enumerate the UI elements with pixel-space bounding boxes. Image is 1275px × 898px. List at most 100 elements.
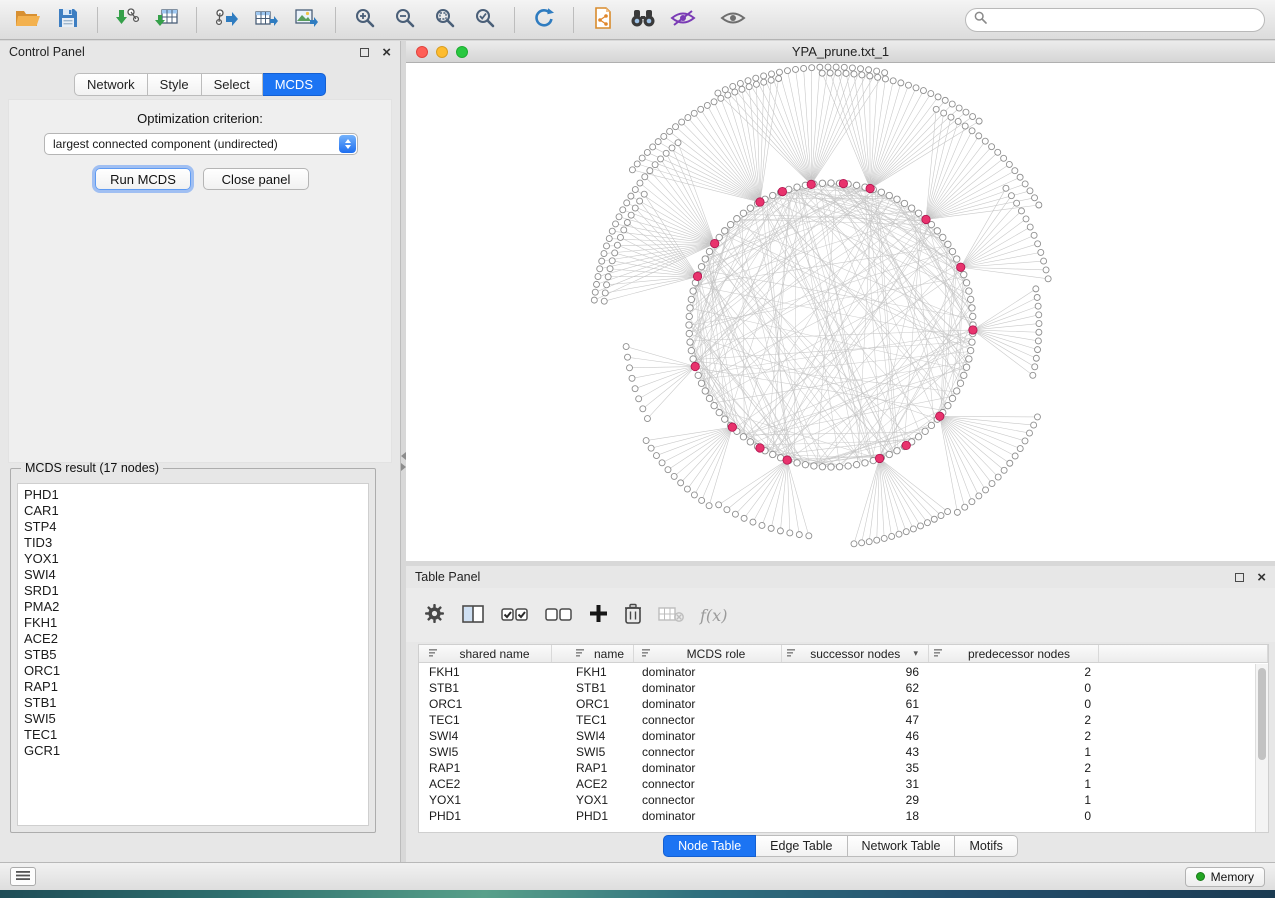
cell-successor-nodes[interactable]: 96 [782,664,929,680]
scrollbar-thumb[interactable] [1258,668,1266,760]
cell-name[interactable]: PHD1 [552,808,634,824]
export-table-button[interactable] [248,5,284,35]
float-panel-icon[interactable] [360,48,369,57]
run-mcds-button[interactable]: Run MCDS [95,168,191,190]
cell-successor-nodes[interactable]: 35 [782,760,929,776]
cell-name[interactable]: SWI4 [552,728,634,744]
cell-predecessor-nodes[interactable]: 1 [929,792,1099,808]
cell-name[interactable]: ORC1 [552,696,634,712]
cell-mcds-role[interactable]: connector [634,712,782,728]
mcds-result-list[interactable]: PHD1CAR1STP4TID3YOX1SWI4SRD1PMA2FKH1ACE2… [17,483,369,826]
cell-name[interactable]: ACE2 [552,776,634,792]
cell-predecessor-nodes[interactable]: 2 [929,664,1099,680]
tab-style[interactable]: Style [148,73,202,96]
close-table-panel-icon[interactable]: × [1257,570,1266,585]
cell-mcds-role[interactable]: dominator [634,680,782,696]
cell-shared-name[interactable]: FKH1 [419,664,552,680]
export-image-button[interactable] [288,5,324,35]
mcds-result-item[interactable]: GCR1 [18,743,368,759]
cell-predecessor-nodes[interactable]: 2 [929,728,1099,744]
cell-predecessor-nodes[interactable]: 0 [929,680,1099,696]
search-input[interactable] [993,12,1256,28]
cell-mcds-role[interactable]: dominator [634,760,782,776]
mcds-result-item[interactable]: TID3 [18,535,368,551]
cell-successor-nodes[interactable]: 31 [782,776,929,792]
table-row[interactable]: TEC1TEC1connector472 [419,712,1255,728]
mcds-result-item[interactable]: YOX1 [18,551,368,567]
cell-predecessor-nodes[interactable]: 1 [929,776,1099,792]
table-row[interactable]: SWI5SWI5connector431 [419,744,1255,760]
column-header-shared-name[interactable]: shared name [419,645,552,662]
mcds-result-item[interactable]: TEC1 [18,727,368,743]
cell-mcds-role[interactable]: connector [634,776,782,792]
cell-mcds-role[interactable]: dominator [634,808,782,824]
zoom-fit-button[interactable] [427,5,463,35]
cell-shared-name[interactable]: STB1 [419,680,552,696]
cell-name[interactable]: YOX1 [552,792,634,808]
cell-shared-name[interactable]: ORC1 [419,696,552,712]
close-panel-icon[interactable]: × [382,45,391,60]
cell-successor-nodes[interactable]: 47 [782,712,929,728]
table-row[interactable]: ACE2ACE2connector311 [419,776,1255,792]
cell-predecessor-nodes[interactable]: 0 [929,808,1099,824]
cell-mcds-role[interactable]: dominator [634,664,782,680]
cell-shared-name[interactable]: YOX1 [419,792,552,808]
criterion-dropdown[interactable]: largest connected component (undirected) [44,133,358,155]
cell-successor-nodes[interactable]: 43 [782,744,929,760]
cell-mcds-role[interactable]: connector [634,792,782,808]
hide-selected-button[interactable] [665,5,701,35]
column-header-name[interactable]: name [552,645,634,662]
tab-motifs[interactable]: Motifs [955,835,1017,857]
cell-shared-name[interactable]: SWI5 [419,744,552,760]
tab-mcds[interactable]: MCDS [263,73,326,96]
mcds-result-item[interactable]: PMA2 [18,599,368,615]
mcds-result-item[interactable]: ORC1 [18,663,368,679]
float-table-panel-icon[interactable] [1235,573,1244,582]
mcds-result-item[interactable]: STB5 [18,647,368,663]
mcds-result-item[interactable]: STB1 [18,695,368,711]
mcds-result-item[interactable]: SWI5 [18,711,368,727]
mcds-result-item[interactable]: STP4 [18,519,368,535]
show-columns-button[interactable] [461,604,485,627]
mcds-result-item[interactable]: RAP1 [18,679,368,695]
mcds-result-item[interactable]: FKH1 [18,615,368,631]
close-mcds-panel-button[interactable]: Close panel [203,168,309,190]
import-table-button[interactable] [149,5,185,35]
task-history-button[interactable] [10,867,36,886]
cell-mcds-role[interactable]: dominator [634,728,782,744]
table-row[interactable]: PHD1PHD1dominator180 [419,808,1255,824]
network-canvas[interactable] [406,63,1275,561]
cell-successor-nodes[interactable]: 29 [782,792,929,808]
import-network-button[interactable] [109,5,145,35]
mcds-result-item[interactable]: SWI4 [18,567,368,583]
cell-predecessor-nodes[interactable]: 2 [929,760,1099,776]
cell-mcds-role[interactable]: dominator [634,696,782,712]
tab-edge-table[interactable]: Edge Table [756,835,847,857]
create-column-button[interactable] [589,604,608,626]
zoom-in-button[interactable] [347,5,383,35]
select-all-rows-button[interactable] [501,605,529,626]
first-neighbors-button[interactable] [625,5,661,35]
table-scrollbar[interactable] [1255,664,1268,832]
open-session-button[interactable] [10,5,46,35]
cell-name[interactable]: TEC1 [552,712,634,728]
table-row[interactable]: ORC1ORC1dominator610 [419,696,1255,712]
cell-name[interactable]: SWI5 [552,744,634,760]
cell-successor-nodes[interactable]: 61 [782,696,929,712]
tab-select[interactable]: Select [202,73,263,96]
mcds-result-item[interactable]: CAR1 [18,503,368,519]
table-settings-button[interactable] [424,603,445,627]
network-graph-svg[interactable] [406,63,1275,561]
tab-network[interactable]: Network [74,73,148,96]
column-header-mcds-role[interactable]: MCDS role [634,645,782,662]
cell-name[interactable]: FKH1 [552,664,634,680]
cell-predecessor-nodes[interactable]: 1 [929,744,1099,760]
cell-shared-name[interactable]: ACE2 [419,776,552,792]
cell-successor-nodes[interactable]: 18 [782,808,929,824]
export-network-button[interactable] [208,5,244,35]
tab-network-table[interactable]: Network Table [848,835,956,857]
cell-name[interactable]: RAP1 [552,760,634,776]
mcds-result-item[interactable]: ACE2 [18,631,368,647]
cell-shared-name[interactable]: RAP1 [419,760,552,776]
zoom-out-button[interactable] [387,5,423,35]
